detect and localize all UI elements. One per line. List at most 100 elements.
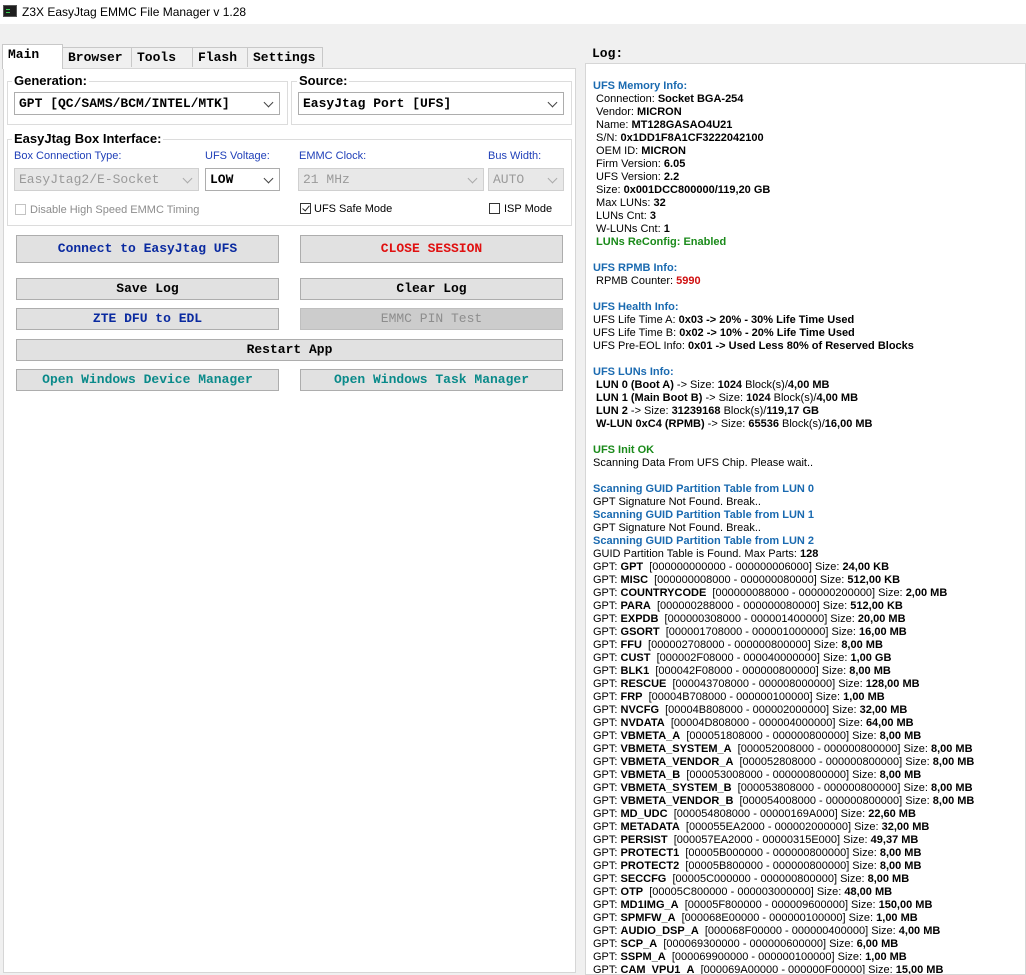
box-interface-label: EasyJtag Box Interface: bbox=[12, 131, 164, 146]
partition-name: BLK1 bbox=[620, 665, 650, 677]
partition-name: OTP bbox=[620, 886, 644, 898]
log-line: GPT: MISC [000000008000 - 000000080000] … bbox=[593, 574, 1023, 587]
log-value: 32 bbox=[653, 197, 666, 209]
zte-dfu-to-edl-button[interactable]: ZTE DFU to EDL bbox=[16, 308, 279, 330]
conn-type-select[interactable]: EasyJtag2/E-Socket bbox=[14, 168, 199, 191]
log-line: GPT: PARA [000000288000 - 000000080000] … bbox=[593, 600, 1023, 613]
ufs-safe-mode-checkbox[interactable] bbox=[300, 203, 311, 214]
lun-name: LUN 1 (Main Boot B) bbox=[593, 392, 703, 404]
log-line: LUN 1 (Main Boot B) -> Size: 1024 Block(… bbox=[593, 392, 1023, 405]
log-panel[interactable]: UFS Memory Info: Connection: Socket BGA-… bbox=[585, 63, 1026, 975]
log-line: GPT: VBMETA_VENDOR_A [000052808000 - 000… bbox=[593, 756, 1023, 769]
partition-name: FFU bbox=[620, 639, 642, 651]
tab-main[interactable]: Main bbox=[2, 44, 63, 69]
log-value: 0x001DCC800000/119,20 GB bbox=[623, 184, 771, 196]
log-text: Block(s)/ bbox=[720, 405, 767, 417]
generation-select[interactable]: GPT [QC/SAMS/BCM/INTEL/MTK] bbox=[14, 92, 280, 115]
partition-size: 8,00 MB bbox=[879, 860, 922, 872]
partition-name: COUNTRYCODE bbox=[620, 587, 707, 599]
source-label: Source: bbox=[297, 73, 350, 88]
source-value: EasyJtag Port [UFS] bbox=[303, 96, 452, 111]
log-text: [000002F08000 - 000040000000] Size: bbox=[650, 652, 851, 664]
log-text: [000051808000 - 000000800000] Size: bbox=[680, 730, 880, 742]
log-line: GPT: VBMETA_SYSTEM_A [000052008000 - 000… bbox=[593, 743, 1023, 756]
task-manager-button[interactable]: Open Windows Task Manager bbox=[300, 369, 563, 391]
partition-size: 8,00 MB bbox=[879, 769, 922, 781]
tab-settings[interactable]: Settings bbox=[247, 47, 323, 67]
log-line: GPT: PROTECT2 [00005B800000 - 0000008000… bbox=[593, 860, 1023, 873]
partition-name: VBMETA_A bbox=[620, 730, 681, 742]
partition-size: 24,00 KB bbox=[842, 561, 890, 573]
log-text: GPT: bbox=[593, 912, 621, 924]
restart-app-button[interactable]: Restart App bbox=[16, 339, 563, 361]
disable-hs-label: Disable High Speed EMMC Timing bbox=[30, 204, 200, 216]
log-text: Size: bbox=[593, 184, 624, 196]
partition-name: VBMETA_SYSTEM_B bbox=[620, 782, 732, 794]
partition-size: 8,00 MB bbox=[930, 743, 973, 755]
log-text: GUID Partition Table is Found. Max Parts… bbox=[593, 548, 801, 560]
tab-tools[interactable]: Tools bbox=[131, 47, 193, 67]
log-text: GPT: bbox=[593, 704, 621, 716]
log-text: Max LUNs: bbox=[593, 197, 654, 209]
log-line: GUID Partition Table is Found. Max Parts… bbox=[593, 548, 1023, 561]
save-log-button[interactable]: Save Log bbox=[16, 278, 279, 300]
log-text: [00004B808000 - 000002000000] Size: bbox=[659, 704, 860, 716]
log-value: MT128GASAO4U21 bbox=[631, 119, 733, 131]
log-line: GPT: EXPDB [000000308000 - 000001400000]… bbox=[593, 613, 1023, 626]
log-line: LUN 0 (Boot A) -> Size: 1024 Block(s)/4,… bbox=[593, 379, 1023, 392]
log-line: Scanning GUID Partition Table from LUN 0 bbox=[593, 483, 815, 495]
log-line: GPT: MD1IMG_A [00005F800000 - 0000096000… bbox=[593, 899, 1023, 912]
bus-width-value: AUTO bbox=[493, 172, 525, 187]
log-value: 3 bbox=[649, 210, 656, 222]
log-line: UFS Life Time B: 0x02 -> 10% - 20% Life … bbox=[593, 327, 1023, 340]
log-text: GPT: bbox=[593, 600, 621, 612]
log-text: Block(s)/ bbox=[778, 418, 825, 430]
emmc-pin-test-button[interactable]: EMMC PIN Test bbox=[300, 308, 563, 330]
isp-mode-checkbox[interactable] bbox=[489, 203, 500, 214]
partition-name: SSPM_A bbox=[620, 951, 666, 963]
connect-button[interactable]: Connect to EasyJtag UFS bbox=[16, 235, 279, 263]
log-text: [000057EA2000 - 00000315E000] Size: bbox=[667, 834, 871, 846]
partition-size: 2,00 MB bbox=[905, 587, 948, 599]
bus-width-label: Bus Width: bbox=[488, 150, 542, 162]
close-session-button[interactable]: CLOSE SESSION bbox=[300, 235, 563, 263]
log-text: [000002708000 - 000000800000] Size: bbox=[641, 639, 842, 651]
log-text: GPT: bbox=[593, 665, 621, 677]
ufs-voltage-select[interactable]: LOW bbox=[205, 168, 280, 191]
log-line: GPT: NVCFG [00004B808000 - 000002000000]… bbox=[593, 704, 1023, 717]
log-value: 1 bbox=[663, 223, 670, 235]
partition-size: 32,00 MB bbox=[859, 704, 908, 716]
ufs-safe-mode-label: UFS Safe Mode bbox=[314, 203, 393, 215]
partition-size: 8,00 MB bbox=[841, 639, 883, 651]
partition-size: 128,00 MB bbox=[865, 678, 920, 690]
log-line: GPT: CUST [000002F08000 - 000040000000] … bbox=[593, 652, 1023, 665]
device-manager-button[interactable]: Open Windows Device Manager bbox=[16, 369, 279, 391]
log-text: Firm Version: bbox=[593, 158, 664, 170]
bus-width-select[interactable]: AUTO bbox=[488, 168, 564, 191]
app-terminal-icon bbox=[3, 5, 17, 17]
log-line: GPT: VBMETA_A [000051808000 - 0000008000… bbox=[593, 730, 1023, 743]
log-line: GPT: NVDATA [00004D808000 - 000004000000… bbox=[593, 717, 1023, 730]
disable-hs-checkbox[interactable] bbox=[15, 204, 26, 215]
log-line: UFS RPMB Info: bbox=[593, 262, 678, 274]
log-text: GPT: bbox=[593, 678, 621, 690]
tab-flash[interactable]: Flash bbox=[192, 47, 248, 67]
partition-name: AUDIO_DSP_A bbox=[620, 925, 699, 937]
log-text: Vendor: bbox=[593, 106, 638, 118]
lun-name: LUN 0 (Boot A) bbox=[593, 379, 674, 391]
emmc-clock-select[interactable]: 21 MHz bbox=[298, 168, 484, 191]
log-text: [00005B800000 - 000000800000] Size: bbox=[679, 860, 880, 872]
clear-log-button[interactable]: Clear Log bbox=[300, 278, 563, 300]
log-line: UFS Init OK bbox=[593, 444, 655, 456]
partition-name: VBMETA_VENDOR_A bbox=[620, 756, 734, 768]
log-line: GPT: FFU [000002708000 - 000000800000] S… bbox=[593, 639, 1023, 652]
source-select[interactable]: EasyJtag Port [UFS] bbox=[298, 92, 564, 115]
log-text: [000068E00000 - 000000100000] Size: bbox=[675, 912, 877, 924]
tab-browser[interactable]: Browser bbox=[62, 47, 132, 67]
log-value: 119,17 GB bbox=[766, 405, 819, 417]
log-text: GPT: bbox=[593, 938, 621, 950]
log-text: [000042F08000 - 000000800000] Size: bbox=[649, 665, 850, 677]
partition-size: 1,00 GB bbox=[850, 652, 892, 664]
log-value: 0x03 -> 20% - 30% Life Time Used bbox=[678, 314, 855, 326]
